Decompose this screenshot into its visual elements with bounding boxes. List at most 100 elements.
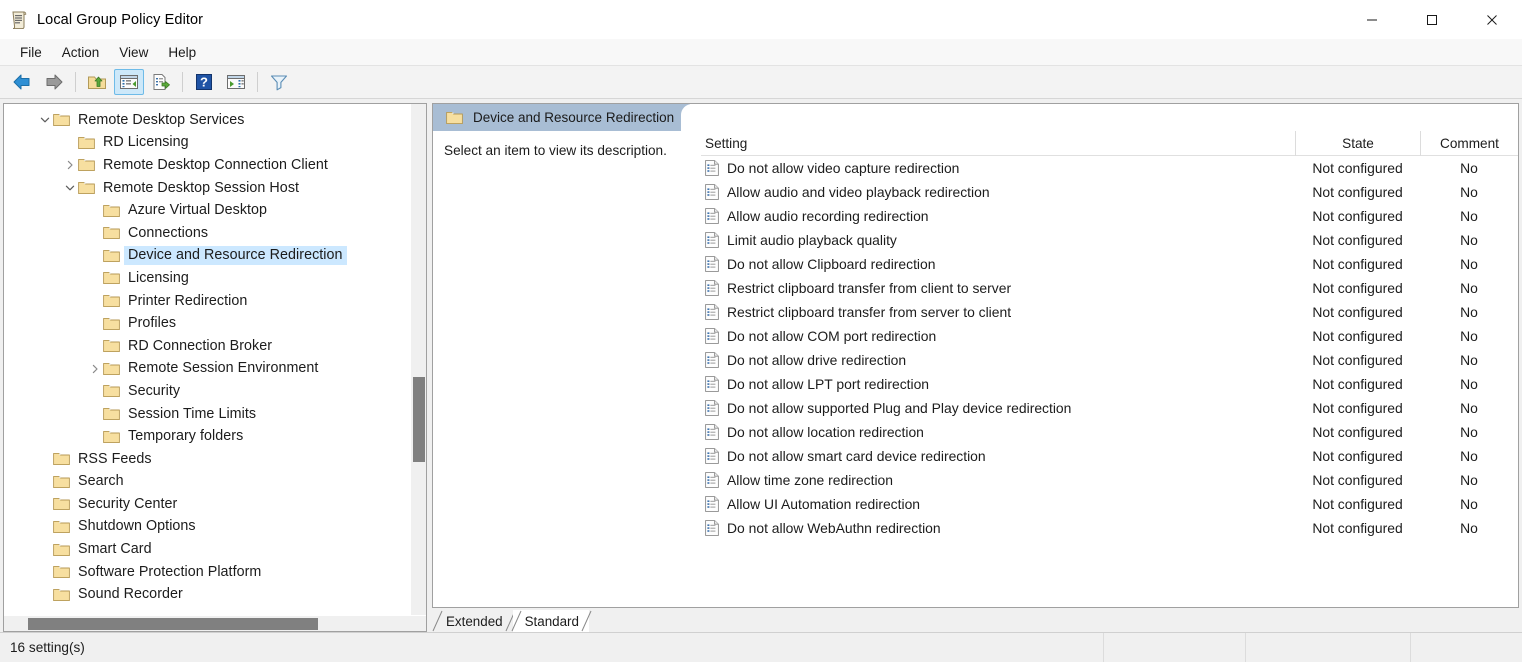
cell-setting: Do not allow WebAuthn redirection xyxy=(701,520,1295,536)
policy-setting-icon xyxy=(705,400,719,416)
settings-list-row[interactable]: Do not allow supported Plug and Play dev… xyxy=(701,396,1518,420)
toolbar-separator xyxy=(182,72,183,92)
settings-list-row[interactable]: Allow audio and video playback redirecti… xyxy=(701,180,1518,204)
tree-item-session-time-limits[interactable]: Session Time Limits xyxy=(4,403,426,426)
tree-item-temporary-folders[interactable]: Temporary folders xyxy=(4,425,426,448)
result-pane-tab[interactable]: Device and Resource Redirection xyxy=(433,104,690,131)
maximize-button[interactable] xyxy=(1402,0,1462,39)
tree-item-printer-redirection[interactable]: Printer Redirection xyxy=(4,290,426,313)
settings-list-row[interactable]: Allow time zone redirectionNot configure… xyxy=(701,468,1518,492)
cell-state: Not configured xyxy=(1295,232,1420,248)
settings-list-row[interactable]: Restrict clipboard transfer from server … xyxy=(701,300,1518,324)
tree-item-rd-connection-broker[interactable]: RD Connection Broker xyxy=(4,335,426,358)
description-pane: Select an item to view its description. xyxy=(433,131,701,607)
tree-item-licensing[interactable]: Licensing xyxy=(4,267,426,290)
tree-item-rss-feeds[interactable]: RSS Feeds xyxy=(4,448,426,471)
settings-list-row[interactable]: Do not allow WebAuthn redirectionNot con… xyxy=(701,516,1518,540)
settings-list-row[interactable]: Allow audio recording redirectionNot con… xyxy=(701,204,1518,228)
tree-item-rd-licensing[interactable]: RD Licensing xyxy=(4,132,426,155)
window-controls xyxy=(1342,0,1522,39)
back-button[interactable] xyxy=(7,69,37,95)
title-bar: Local Group Policy Editor xyxy=(0,0,1522,39)
settings-list-row[interactable]: Restrict clipboard transfer from client … xyxy=(701,276,1518,300)
tree-item-label: Remote Session Environment xyxy=(124,359,322,378)
setting-name: Do not allow smart card device redirecti… xyxy=(727,448,986,464)
cell-comment: No xyxy=(1420,424,1518,440)
tree-item-label: Sound Recorder xyxy=(74,585,187,604)
settings-list-row[interactable]: Allow UI Automation redirectionNot confi… xyxy=(701,492,1518,516)
column-header-state[interactable]: State xyxy=(1295,131,1420,156)
tree-vertical-scrollbar[interactable] xyxy=(410,104,426,615)
help-button[interactable]: ? xyxy=(189,69,219,95)
tree-expander-placeholder xyxy=(37,451,53,467)
tree-horizontal-scrollbar[interactable] xyxy=(4,615,426,631)
tree-item-sound-recorder[interactable]: Sound Recorder xyxy=(4,583,426,606)
tree-item-label: Remote Desktop Services xyxy=(74,111,248,130)
tree-vertical-scroll-thumb[interactable] xyxy=(413,377,425,462)
export-list-button[interactable] xyxy=(146,69,176,95)
column-header-comment[interactable]: Comment xyxy=(1420,131,1518,156)
tree-item-shutdown-options[interactable]: Shutdown Options xyxy=(4,516,426,539)
tree-item-search[interactable]: Search xyxy=(4,471,426,494)
tree-item-label: Software Protection Platform xyxy=(74,563,265,582)
tree-expander-placeholder xyxy=(37,564,53,580)
menu-action[interactable]: Action xyxy=(52,42,110,63)
settings-list-row[interactable]: Do not allow Clipboard redirectionNot co… xyxy=(701,252,1518,276)
tree-item-software-protection-platform[interactable]: Software Protection Platform xyxy=(4,561,426,584)
tree-item-smart-card[interactable]: Smart Card xyxy=(4,538,426,561)
cell-state: Not configured xyxy=(1295,448,1420,464)
tree-item-azure-virtual-desktop[interactable]: Azure Virtual Desktop xyxy=(4,199,426,222)
column-header-setting[interactable]: Setting xyxy=(701,131,1295,156)
tree-item-remote-desktop-services[interactable]: Remote Desktop Services xyxy=(4,109,426,132)
chevron-right-icon[interactable] xyxy=(62,157,78,173)
tree-item-device-and-resource-redirection[interactable]: Device and Resource Redirection xyxy=(4,245,426,268)
folder-icon xyxy=(103,362,120,376)
tree-item-remote-desktop-session-host[interactable]: Remote Desktop Session Host xyxy=(4,177,426,200)
settings-list-row[interactable]: Do not allow LPT port redirectionNot con… xyxy=(701,372,1518,396)
chevron-down-icon[interactable] xyxy=(37,112,53,128)
tree-item-label: RD Licensing xyxy=(99,133,193,152)
tree-item-security[interactable]: Security xyxy=(4,380,426,403)
settings-list-row[interactable]: Do not allow COM port redirectionNot con… xyxy=(701,324,1518,348)
tree-item-security-center[interactable]: Security Center xyxy=(4,493,426,516)
menu-view[interactable]: View xyxy=(109,42,158,63)
tree-item-label: Azure Virtual Desktop xyxy=(124,201,271,220)
settings-list-row[interactable]: Do not allow video capture redirectionNo… xyxy=(701,156,1518,180)
tree-item-remote-desktop-connection-client[interactable]: Remote Desktop Connection Client xyxy=(4,154,426,177)
view-tab-standard[interactable]: Standard xyxy=(513,610,589,632)
tree-item-profiles[interactable]: Profiles xyxy=(4,312,426,335)
cell-comment: No xyxy=(1420,400,1518,416)
policy-setting-icon xyxy=(705,328,719,344)
cell-comment: No xyxy=(1420,520,1518,536)
settings-list-row[interactable]: Do not allow location redirectionNot con… xyxy=(701,420,1518,444)
up-one-level-button[interactable] xyxy=(82,69,112,95)
settings-list-row[interactable]: Limit audio playback qualityNot configur… xyxy=(701,228,1518,252)
tree-item-remote-session-environment[interactable]: Remote Session Environment xyxy=(4,358,426,381)
settings-list-pane: Setting State Comment Do not allow video… xyxy=(701,131,1518,607)
settings-list-row[interactable]: Do not allow drive redirectionNot config… xyxy=(701,348,1518,372)
minimize-button[interactable] xyxy=(1342,0,1402,39)
folder-icon xyxy=(103,271,120,285)
console-tree[interactable]: Remote Desktop Services RD Licensing Remot… xyxy=(4,104,426,615)
chevron-down-icon[interactable] xyxy=(62,180,78,196)
close-button[interactable] xyxy=(1462,0,1522,39)
view-tab-extended[interactable]: Extended xyxy=(434,610,513,632)
tree-expander-placeholder xyxy=(37,542,53,558)
cell-comment: No xyxy=(1420,232,1518,248)
tree-item-label: Profiles xyxy=(124,314,180,333)
setting-name: Do not allow LPT port redirection xyxy=(727,376,929,392)
show-hide-action-pane-button[interactable] xyxy=(221,69,251,95)
filter-button[interactable] xyxy=(264,69,294,95)
menu-help[interactable]: Help xyxy=(158,42,206,63)
tree-horizontal-scroll-thumb[interactable] xyxy=(28,618,318,630)
toolbar-separator xyxy=(75,72,76,92)
folder-icon xyxy=(78,181,95,195)
chevron-right-icon[interactable] xyxy=(87,361,103,377)
tree-item-connections[interactable]: Connections xyxy=(4,222,426,245)
show-hide-console-tree-button[interactable] xyxy=(114,69,144,95)
menu-file[interactable]: File xyxy=(10,42,52,63)
settings-list-rows[interactable]: Do not allow video capture redirectionNo… xyxy=(701,156,1518,607)
cell-state: Not configured xyxy=(1295,424,1420,440)
forward-button[interactable] xyxy=(39,69,69,95)
settings-list-row[interactable]: Do not allow smart card device redirecti… xyxy=(701,444,1518,468)
